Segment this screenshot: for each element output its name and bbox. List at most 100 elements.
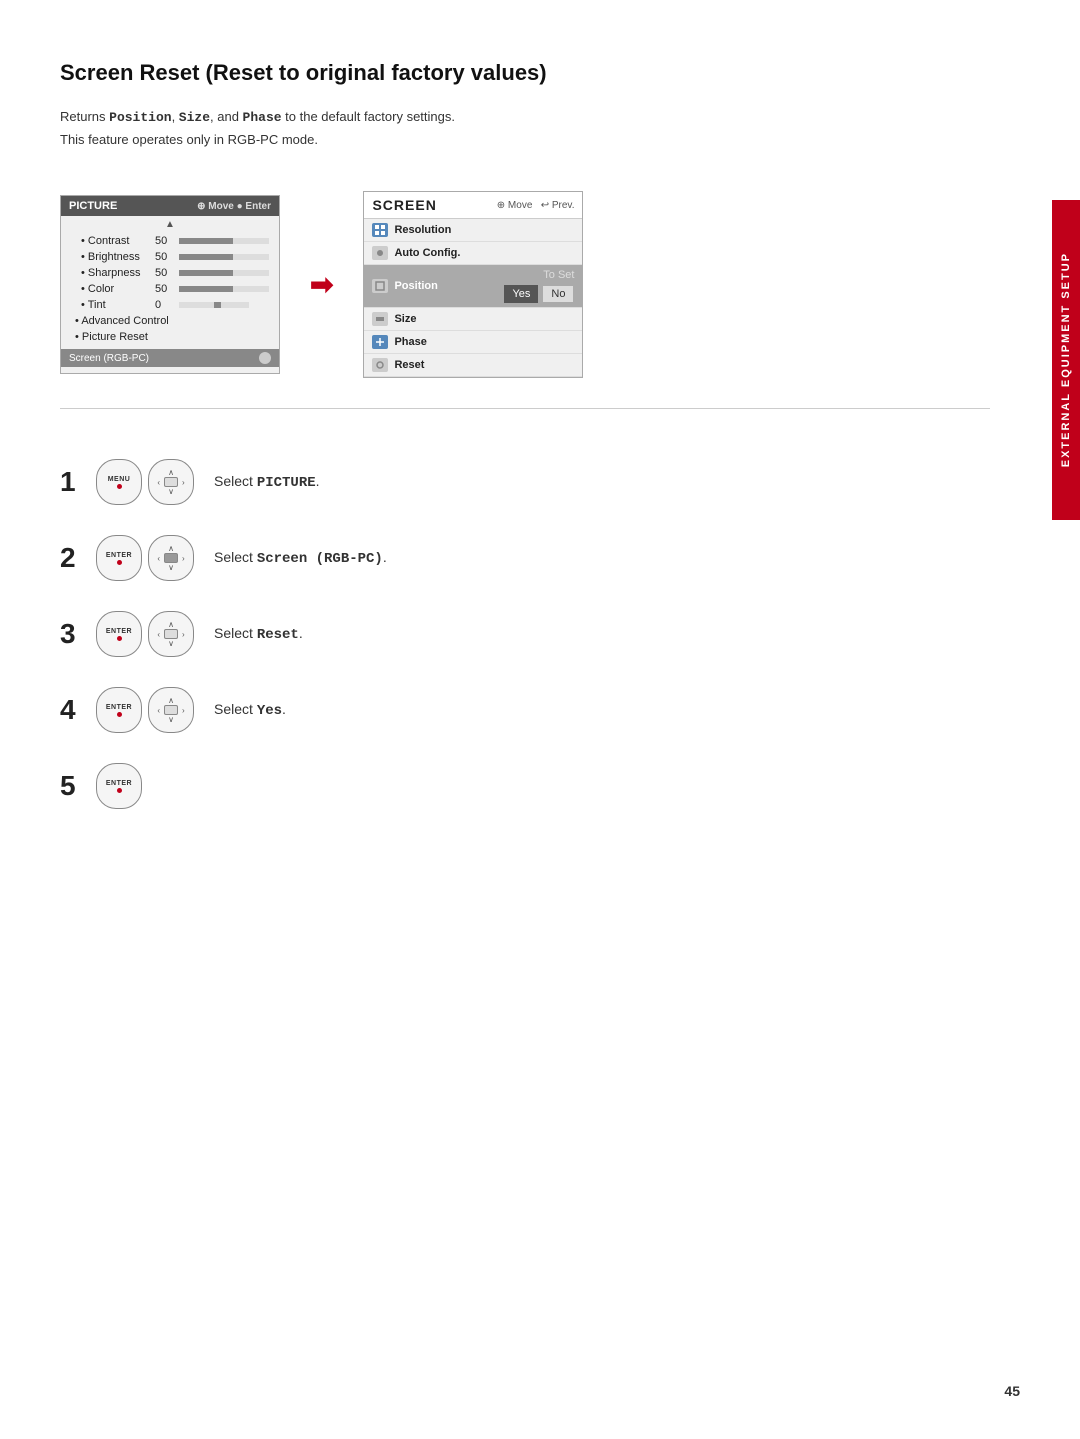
side-tab: EXTERNAL EQUIPMENT SETUP — [1052, 200, 1080, 520]
color-bar — [179, 286, 269, 292]
picture-menu-title: PICTURE — [69, 200, 117, 212]
nav-down-3: ∨ — [168, 639, 174, 648]
brightness-bar-fill — [179, 254, 233, 260]
brightness-value: 50 — [155, 251, 175, 263]
nav-down-arrow: ∨ — [168, 487, 174, 496]
contrast-bar-fill — [179, 238, 233, 244]
step-3-number: 3 — [60, 618, 76, 650]
nav-up-2: ∧ — [168, 544, 174, 553]
screen-menu-nav: ⊕ Move ↩ Prev. — [497, 200, 575, 211]
nav-lr-arrows: ‹ › — [157, 477, 184, 487]
steps-section: 1 MENU ∧ ‹ › ∨ Select PICTURE. — [60, 439, 990, 809]
nav-up-4: ∧ — [168, 696, 174, 705]
no-button[interactable]: No — [542, 285, 574, 303]
step-2-nav-btn[interactable]: ∧ ‹ › ∨ — [148, 535, 194, 581]
enter-btn-dot-3 — [117, 636, 122, 641]
screen-rgb-pc-label: Screen (RGB-PC) — [69, 353, 149, 364]
enter-btn-label-2: ENTER — [106, 552, 132, 559]
screen-menu-title: SCREEN — [372, 197, 436, 213]
step-1-bold: PICTURE — [257, 475, 316, 491]
size-row: Size — [364, 308, 582, 331]
size-icon — [372, 312, 388, 326]
position-label: Position — [394, 280, 498, 292]
nav-lr-3: ‹ › — [157, 629, 184, 639]
nav-center-2 — [164, 553, 178, 563]
color-label: • Color — [81, 283, 151, 295]
phase-row: Phase — [364, 331, 582, 354]
description-line1: Returns Position, Size, and Phase to the… — [60, 106, 990, 129]
step-3: 3 ENTER ∧ ‹ › ∨ Select Reset. — [60, 611, 990, 657]
advanced-control-item: Advanced Control — [61, 313, 279, 329]
step-3-buttons: ENTER ∧ ‹ › ∨ — [96, 611, 194, 657]
resolution-row: Resolution — [364, 219, 582, 242]
step-4-nav-btn[interactable]: ∧ ‹ › ∨ — [148, 687, 194, 733]
enter-btn-label-5: ENTER — [106, 780, 132, 787]
bold-size: Size — [179, 110, 210, 125]
bold-position: Position — [109, 110, 171, 125]
sharpness-label: • Sharpness — [81, 267, 151, 279]
step-5-enter-btn[interactable]: ENTER — [96, 763, 142, 809]
brightness-bar — [179, 254, 269, 260]
enter-btn-dot-5 — [117, 788, 122, 793]
enter-btn-label-4: ENTER — [106, 704, 132, 711]
autoconfig-row: Auto Config. — [364, 242, 582, 265]
picture-menu: PICTURE ⊕ Move ● Enter ▲ • Contrast 50 •… — [60, 195, 280, 374]
nav-right-3: › — [182, 630, 185, 639]
nav-down-4: ∨ — [168, 715, 174, 724]
brightness-label: • Brightness — [81, 251, 151, 263]
screen-menu-header: SCREEN ⊕ Move ↩ Prev. — [364, 192, 582, 219]
step-1-menu-btn[interactable]: MENU — [96, 459, 142, 505]
nav-center-3 — [164, 629, 178, 639]
nav-up-arrow: ∧ — [168, 468, 174, 477]
yes-no-buttons: Yes No — [504, 285, 574, 303]
tint-bar — [179, 302, 249, 308]
enter-btn-dot-4 — [117, 712, 122, 717]
nav-left: ‹ — [157, 478, 160, 487]
step-2-enter-btn[interactable]: ENTER — [96, 535, 142, 581]
step-3-nav-btn[interactable]: ∧ ‹ › ∨ — [148, 611, 194, 657]
description: Returns Position, Size, and Phase to the… — [60, 106, 990, 151]
page-title: Screen Reset (Reset to original factory … — [60, 60, 990, 86]
tint-label: • Tint — [81, 299, 151, 311]
sharpness-value: 50 — [155, 267, 175, 279]
phase-icon — [372, 335, 388, 349]
to-set-label: To Set — [543, 269, 574, 281]
tint-value: 0 — [155, 299, 175, 311]
menu-btn-dot — [117, 484, 122, 489]
step-1-buttons: MENU ∧ ‹ › ∨ — [96, 459, 194, 505]
step-5-buttons: ENTER — [96, 763, 142, 809]
step-2-text: Select Screen (RGB-PC). — [214, 549, 387, 567]
step-1-nav-btn[interactable]: ∧ ‹ › ∨ — [148, 459, 194, 505]
resolution-icon — [372, 223, 388, 237]
footer-icon — [259, 352, 271, 364]
step-5-number: 5 — [60, 770, 76, 802]
menu-btn-label: MENU — [108, 476, 131, 483]
picture-menu-up-arrow: ▲ — [61, 216, 279, 233]
description-line2: This feature operates only in RGB-PC mod… — [60, 129, 990, 151]
color-bar-fill — [179, 286, 233, 292]
nav-lr-4: ‹ › — [157, 705, 184, 715]
nav-down-2: ∨ — [168, 563, 174, 572]
phase-label: Phase — [394, 336, 574, 348]
contrast-row: • Contrast 50 — [61, 233, 279, 249]
step-2-buttons: ENTER ∧ ‹ › ∨ — [96, 535, 194, 581]
step-4-number: 4 — [60, 694, 76, 726]
step-2-bold: Screen (RGB-PC) — [257, 551, 383, 567]
step-5: 5 ENTER — [60, 763, 990, 809]
autoconfig-icon — [372, 246, 388, 260]
position-icon — [372, 279, 388, 293]
yes-button[interactable]: Yes — [504, 285, 538, 303]
picture-reset-item: Picture Reset — [61, 329, 279, 345]
position-row: Position To Set Yes No — [364, 265, 582, 308]
step-4-buttons: ENTER ∧ ‹ › ∨ — [96, 687, 194, 733]
step-4-enter-btn[interactable]: ENTER — [96, 687, 142, 733]
step-3-enter-btn[interactable]: ENTER — [96, 611, 142, 657]
step-1-number: 1 — [60, 466, 76, 498]
step-3-bold: Reset — [257, 627, 299, 643]
step-4-text: Select Yes. — [214, 701, 286, 719]
enter-btn-dot-2 — [117, 560, 122, 565]
to-set-area: To Set Yes No — [504, 269, 574, 303]
brightness-row: • Brightness 50 — [61, 249, 279, 265]
step-2: 2 ENTER ∧ ‹ › ∨ Select Screen (RGB- — [60, 535, 990, 581]
picture-menu-header: PICTURE ⊕ Move ● Enter — [61, 196, 279, 216]
